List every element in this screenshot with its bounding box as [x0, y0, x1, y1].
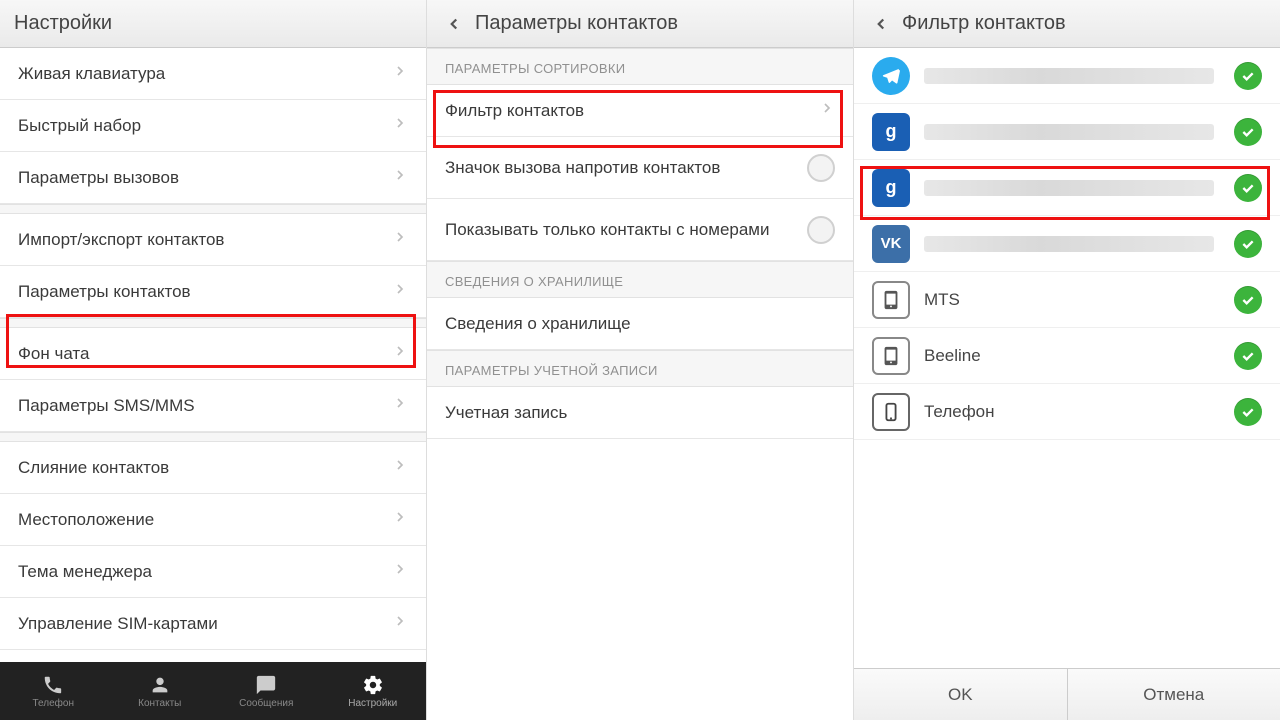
page-title: Параметры контактов [475, 12, 678, 35]
account-label: MTS [924, 290, 1234, 310]
item-theme[interactable]: Тема менеджера [0, 546, 426, 598]
account-mts[interactable]: MTS [854, 272, 1280, 328]
dialog-buttons: OK Отмена [854, 668, 1280, 720]
header-settings: Настройки [0, 0, 426, 48]
nav-phone[interactable]: Телефон [0, 662, 107, 720]
chevron-right-icon [392, 343, 408, 364]
item-account[interactable]: Учетная запись [427, 387, 853, 439]
settings-pane: Настройки Живая клавиатура Быстрый набор… [0, 0, 427, 720]
item-call-params[interactable]: Параметры вызовов [0, 152, 426, 204]
toggle-off-icon[interactable] [807, 216, 835, 244]
section-account: ПАРАМЕТРЫ УЧЕТНОЙ ЗАПИСИ [427, 350, 853, 387]
account-beeline[interactable]: Beeline [854, 328, 1280, 384]
check-icon[interactable] [1234, 62, 1262, 90]
phone-icon [42, 674, 64, 696]
header-contact-filter: Фильтр контактов [854, 0, 1280, 48]
chevron-right-icon [392, 281, 408, 302]
check-icon[interactable] [1234, 398, 1262, 426]
bottom-nav: Телефон Контакты Сообщения Настройки [0, 662, 426, 720]
nav-contacts[interactable]: Контакты [107, 662, 214, 720]
redacted-label [924, 180, 1214, 196]
account-list: g g VK MTS [854, 48, 1280, 668]
item-storage-info[interactable]: Сведения о хранилище [427, 298, 853, 350]
check-icon[interactable] [1234, 118, 1262, 146]
contact-params-pane: Параметры контактов ПАРАМЕТРЫ СОРТИРОВКИ… [427, 0, 854, 720]
check-icon[interactable] [1234, 342, 1262, 370]
chevron-right-icon [392, 457, 408, 478]
chevron-right-icon [392, 395, 408, 416]
back-button[interactable] [868, 11, 894, 37]
chevron-right-icon [392, 115, 408, 136]
telegram-icon [872, 57, 910, 95]
item-live-keyboard[interactable]: Живая клавиатура [0, 48, 426, 100]
account-label: Телефон [924, 402, 1234, 422]
item-location[interactable]: Местоположение [0, 494, 426, 546]
section-storage: СВЕДЕНИЯ О ХРАНИЛИЩЕ [427, 261, 853, 298]
contact-filter-pane: Фильтр контактов g g VK [854, 0, 1280, 720]
item-sim-manage[interactable]: Управление SIM-картами [0, 598, 426, 650]
chevron-right-icon [392, 613, 408, 634]
account-phone[interactable]: Телефон [854, 384, 1280, 440]
redacted-label [924, 236, 1214, 252]
page-title: Фильтр контактов [902, 12, 1066, 35]
header-contact-params: Параметры контактов [427, 0, 853, 48]
google-icon: g [872, 113, 910, 151]
account-google-1[interactable]: g [854, 104, 1280, 160]
google-icon: g [872, 169, 910, 207]
item-merge-contacts[interactable]: Слияние контактов [0, 442, 426, 494]
check-icon[interactable] [1234, 174, 1262, 202]
sim-icon [872, 281, 910, 319]
item-import-export[interactable]: Импорт/экспорт контактов [0, 214, 426, 266]
nav-messages[interactable]: Сообщения [213, 662, 320, 720]
chevron-right-icon [392, 167, 408, 188]
chevron-right-icon [392, 229, 408, 250]
gear-icon [362, 674, 384, 696]
account-vk[interactable]: VK [854, 216, 1280, 272]
account-label: Beeline [924, 346, 1234, 366]
page-title: Настройки [14, 12, 112, 35]
phone-device-icon [872, 393, 910, 431]
cancel-button[interactable]: Отмена [1068, 669, 1280, 720]
chevron-right-icon [392, 509, 408, 530]
message-icon [255, 674, 277, 696]
item-call-icon-toggle[interactable]: Значок вызова напротив контактов [427, 137, 853, 199]
sim-icon [872, 337, 910, 375]
nav-settings[interactable]: Настройки [320, 662, 427, 720]
item-contact-params[interactable]: Параметры контактов [0, 266, 426, 318]
person-icon [149, 674, 171, 696]
account-telegram[interactable] [854, 48, 1280, 104]
chevron-right-icon [392, 561, 408, 582]
item-chat-bg[interactable]: Фон чата [0, 328, 426, 380]
settings-list: Живая клавиатура Быстрый набор Параметры… [0, 48, 426, 720]
chevron-right-icon [819, 100, 835, 121]
vk-icon: VK [872, 225, 910, 263]
section-sort: ПАРАМЕТРЫ СОРТИРОВКИ [427, 48, 853, 85]
item-contact-filter[interactable]: Фильтр контактов [427, 85, 853, 137]
redacted-label [924, 68, 1214, 84]
back-button[interactable] [441, 11, 467, 37]
check-icon[interactable] [1234, 286, 1262, 314]
item-speed-dial[interactable]: Быстрый набор [0, 100, 426, 152]
item-only-numbers-toggle[interactable]: Показывать только контакты с номерами [427, 199, 853, 261]
contact-params-list: ПАРАМЕТРЫ СОРТИРОВКИ Фильтр контактов Зн… [427, 48, 853, 720]
account-google-2[interactable]: g [854, 160, 1280, 216]
redacted-label [924, 124, 1214, 140]
check-icon[interactable] [1234, 230, 1262, 258]
chevron-right-icon [392, 63, 408, 84]
toggle-off-icon[interactable] [807, 154, 835, 182]
item-sms-mms[interactable]: Параметры SMS/MMS [0, 380, 426, 432]
ok-button[interactable]: OK [854, 669, 1068, 720]
